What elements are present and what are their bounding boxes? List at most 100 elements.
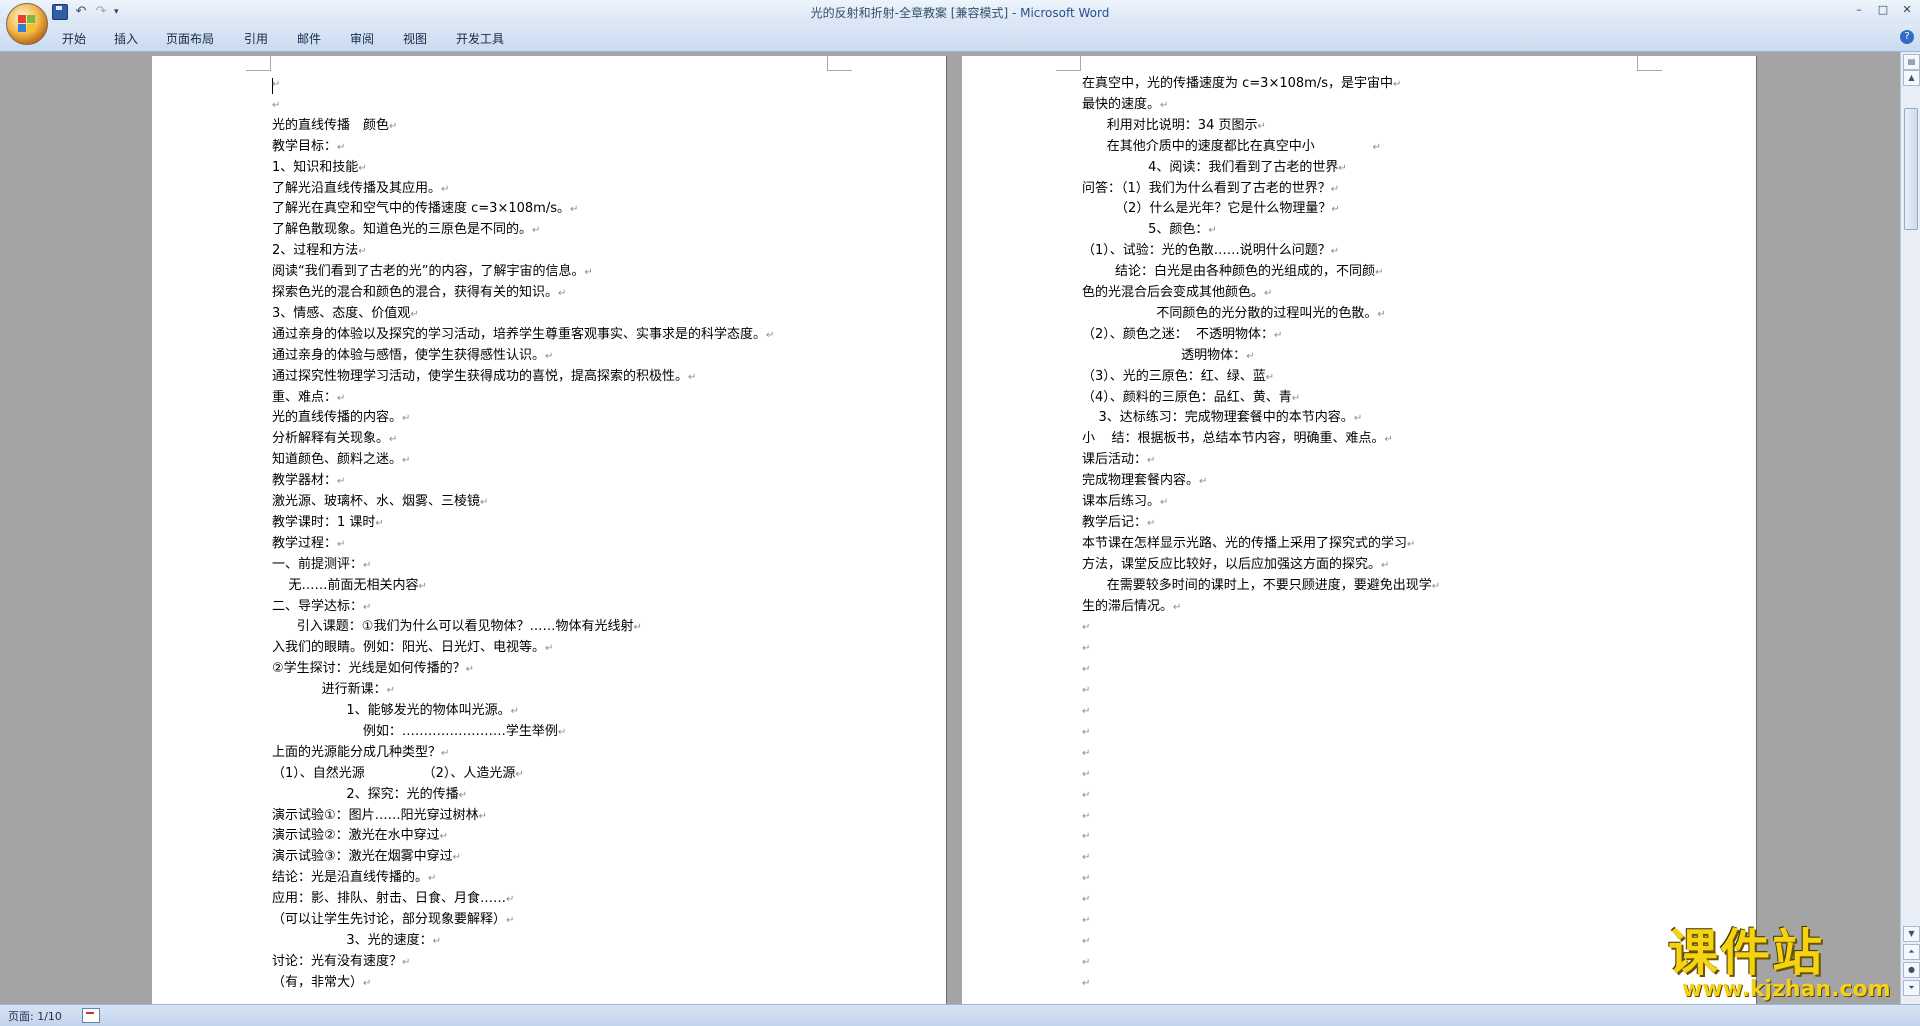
paragraph-mark-icon: ↵ [584,267,593,279]
text-line: 利用对比说明：34 页图示↵ [1082,116,1266,136]
minimize-button[interactable]: – [1850,2,1868,18]
paragraph-mark-icon: ↵ [569,204,579,216]
paragraph-mark-icon: ↵ [1082,977,1091,989]
paragraph-mark-icon: ↵ [558,288,567,299]
tab-mailings[interactable]: 邮件 [297,30,321,47]
paragraph-mark-icon: ↵ [402,455,411,467]
tab-view[interactable]: 视图 [403,30,427,47]
document-workspace[interactable]: ↵ ↵ 光的直线传播 颜色↵ 教学目标：↵ 1、知识和技能↵ 了解光沿直线传播及其应用。↵… [0,52,1900,1004]
help-icon[interactable]: ? [1900,30,1914,44]
paragraph-mark-icon: ↵ [1082,685,1091,697]
text-line: 2、探究：光的传播↵ [272,785,467,805]
document-page-left[interactable]: ↵ ↵ 光的直线传播 颜色↵ 教学目标：↵ 1、知识和技能↵ 了解光沿直线传播及其应用。↵… [152,54,946,1004]
line-text: 分析解释有关现象。 [272,431,390,447]
paragraph-mark-icon: ↵ [1407,538,1416,550]
maximize-button[interactable]: □ [1874,2,1892,18]
text-line: 讨论：光有没有速度？↵ [272,952,410,972]
line-text: 了解光沿直线传播及其应用。 [272,180,442,196]
paragraph-mark-icon: ↵ [337,392,346,404]
line-text: 透明物体： [1082,347,1247,363]
paragraph-mark-icon: ↵ [545,350,554,362]
paragraph-mark-icon: ↵ [1082,831,1091,843]
scroll-up-icon[interactable]: ▲ [1903,70,1920,86]
text-line: （4）、颜料的三原色：品红、黄、青↵ [1082,388,1300,408]
text-line: 了解光在真空和空气中的传播速度 c=3×108m/s。↵ [272,199,578,219]
line-text: （有，非常大） [272,974,364,990]
line-text: 通过探究性物理学习活动，使学生获得成功的喜悦，提高探索的积极性。 [272,368,689,384]
line-text: 本节课在怎样显示光路、光的传播上采用了探究式的学习 [1082,535,1408,551]
line-text: 4、阅读：我们看到了古老的世界 [1082,159,1339,175]
line-text: 教学过程： [272,535,338,551]
paragraph-mark-icon: ↵ [402,956,411,968]
proofing-icon[interactable] [82,1008,100,1023]
text-line: ↵ [1082,973,1090,993]
paragraph-mark-icon: ↵ [1353,413,1363,425]
paragraph-mark-icon: ↵ [557,726,567,738]
line-text: 例如：……………………学生举例 [272,723,558,739]
paragraph-mark-icon: ↵ [465,664,475,676]
line-text: 最快的速度。 [1082,96,1161,112]
line-text: 3、光的速度： [272,932,433,948]
paragraph-mark-icon: ↵ [363,977,372,989]
paragraph-mark-icon: ↵ [272,99,281,111]
status-bar: 页面: 1/10 [0,1004,1920,1026]
line-text: 2、过程和方法 [272,243,359,259]
text-line: 3、情感、态度、价值观↵ [272,304,419,324]
text-line: 了解色散现象。知道色光的三原色是不同的。↵ [272,220,540,240]
paragraph-mark-icon: ↵ [1082,706,1091,717]
text-line: 入我们的眼睛。例如：阳光、日光灯、电视等。↵ [272,638,553,658]
line-text: 在需要较多时间的课时上，不要只顾进度，要避免出现学 [1082,577,1432,593]
text-line: 完成物理套餐内容。↵ [1082,471,1207,491]
tab-insert[interactable]: 插入 [114,30,138,47]
paragraph-mark-icon: ↵ [1082,664,1091,676]
text-line: 教学过程：↵ [272,534,345,554]
text-line: 色的光混合后会变成其他颜色。↵ [1082,283,1272,303]
paragraph-mark-icon: ↵ [389,120,398,132]
close-button[interactable]: ✕ [1898,2,1916,18]
vertical-scrollbar[interactable]: ▤ ▲ ▼ ⏶ ● ⏷ [1900,52,1920,1004]
paragraph-mark-icon: ↵ [1160,497,1169,508]
text-line: ↵ [1082,785,1090,805]
scrollbar-thumb[interactable] [1904,108,1918,230]
text-line: 小 结：根据板书，总结本节内容，明确重、难点。↵ [1082,429,1393,449]
app-name: Microsoft Word [1020,6,1110,20]
text-line: 二、导学达标：↵ [272,597,371,617]
paragraph-mark-icon: ↵ [1082,810,1091,822]
text-line: ↵ [1082,889,1090,909]
text-line: ↵ [1082,910,1090,930]
site-watermark: 课件站 www.kjzhan.com [1668,925,1908,1003]
tab-page-layout[interactable]: 页面布局 [166,30,214,47]
paragraph-mark-icon: ↵ [439,831,449,843]
line-text: 一、前提测评： [272,556,364,572]
paragraph-mark-icon: ↵ [358,246,367,258]
tab-references[interactable]: 引用 [244,30,268,47]
paragraph-mark-icon: ↵ [1257,120,1266,132]
ruler-toggle-icon[interactable]: ▤ [1903,54,1920,70]
line-text: 探索色光的混合和颜色的混合，获得有关的知识。 [272,285,559,300]
line-text: 3、情感、态度、价值观 [272,305,411,321]
paragraph-mark-icon: ↵ [1392,79,1402,90]
line-text: 应用：影、排队、射击、日食、月食…… [272,891,507,907]
line-text: 知道颜色、颜料之迷。 [272,452,403,468]
crop-mark [1637,54,1662,71]
paragraph-mark-icon: ↵ [506,894,515,906]
paragraph-mark-icon: ↵ [1082,894,1091,906]
paragraph-mark-icon: ↵ [375,517,384,529]
paragraph-mark-icon: ↵ [515,768,524,780]
office-button[interactable] [6,3,48,45]
tab-developer[interactable]: 开发工具 [456,30,504,47]
paragraph-mark-icon: ↵ [1381,559,1390,571]
paragraph-mark-icon: ↵ [428,873,437,885]
line-text: （4）、颜料的三原色：品红、黄、青 [1082,389,1292,405]
window-controls: – □ ✕ [1850,2,1916,18]
paragraph-mark-icon: ↵ [480,497,489,508]
paragraph-mark-icon: ↵ [1147,455,1156,467]
page-number-indicator[interactable]: 页面: 1/10 [8,1008,62,1024]
document-page-right[interactable]: 在真空中，光的传播速度为 c=3×108m/s，是宇宙中↵ 最快的速度。↵ 利用对… [962,54,1756,1004]
line-text: 演示试验①：图片……阳光穿过树林 [272,807,479,823]
tab-review[interactable]: 审阅 [350,30,374,47]
line-text: 入我们的眼睛。例如：阳光、日光灯、电视等。 [272,640,546,656]
line-text: 小 结：根据板书，总结本节内容，明确重、难点。 [1082,431,1385,447]
text-line: （1）、试验：光的色散……说明什么问题？↵ [1082,241,1339,261]
tab-home[interactable]: 开始 [62,30,86,47]
